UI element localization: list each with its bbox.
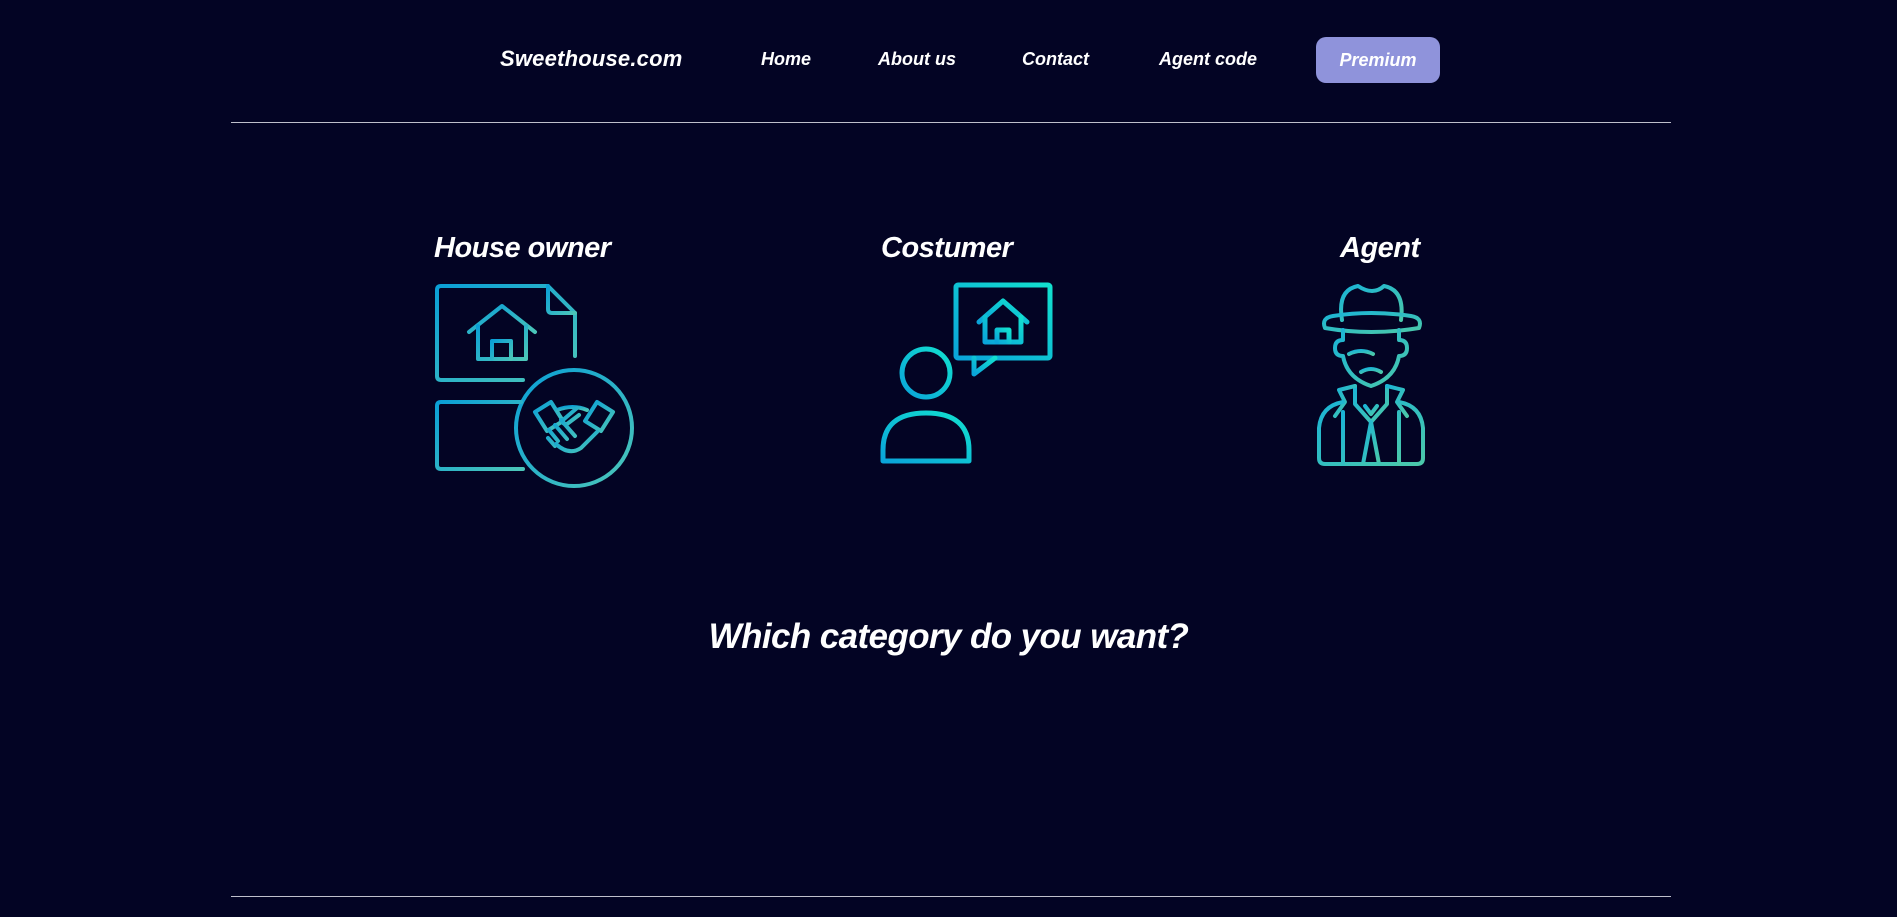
header-divider [231,122,1671,123]
category-title-agent: Agent [1340,232,1420,264]
footer-divider [231,896,1671,897]
nav-link-agent-code[interactable]: Agent code [1159,49,1257,70]
user-speech-house-icon [880,282,1053,464]
top-navigation: Sweethouse.com Home About us Contact Age… [0,0,1897,122]
category-card-agent[interactable]: Agent [1310,232,1470,472]
category-question-heading: Which category do you want? [708,617,1189,656]
nav-link-home[interactable]: Home [761,49,811,70]
premium-button[interactable]: Premium [1316,37,1440,83]
brand-logo-link[interactable]: Sweethouse.com [500,46,683,72]
nav-link-about-us[interactable]: About us [878,49,956,70]
category-title-house-owner: House owner [434,232,611,264]
detective-agent-icon [1317,284,1425,466]
contract-handshake-icon [435,284,634,488]
category-card-house-owner[interactable]: House owner [430,232,650,492]
category-card-costumer[interactable]: Costumer [880,232,1080,472]
category-title-costumer: Costumer [881,232,1013,264]
nav-link-contact[interactable]: Contact [1022,49,1089,70]
